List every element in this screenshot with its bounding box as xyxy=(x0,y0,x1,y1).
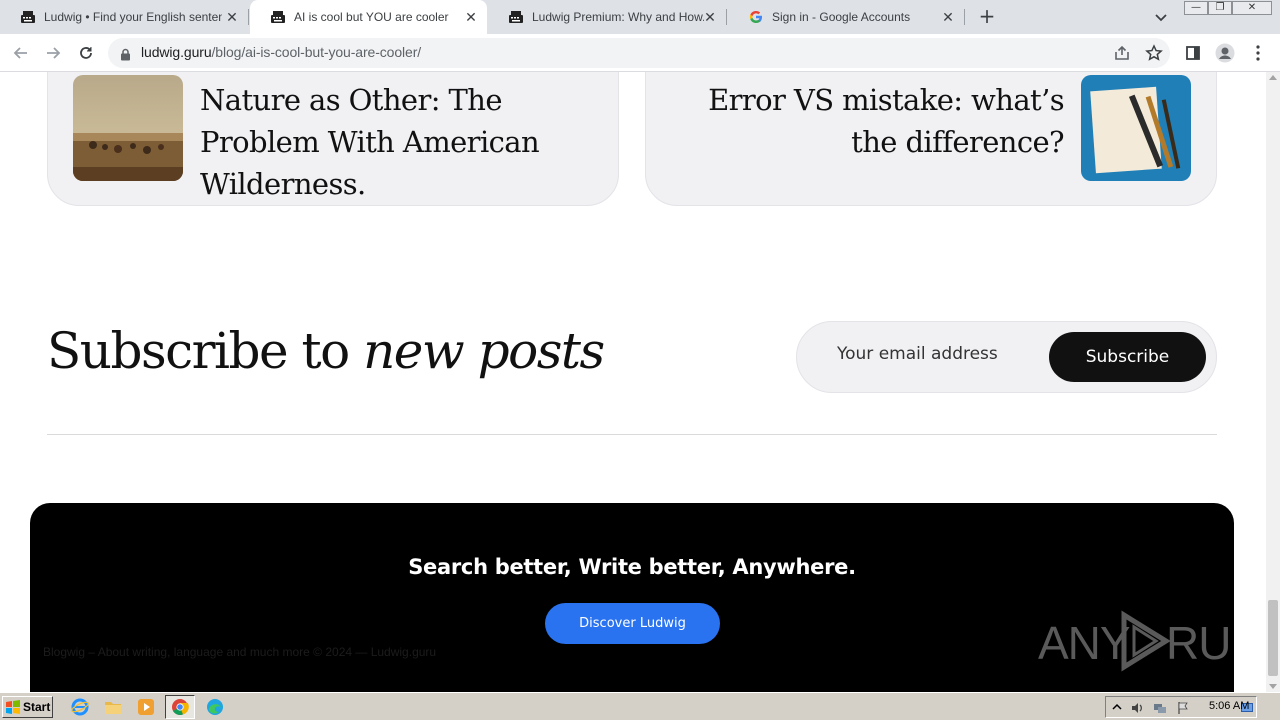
post-title[interactable]: Error VS mistake: what’s the difference? xyxy=(664,79,1065,163)
file-explorer-icon[interactable] xyxy=(103,697,123,717)
address-bar[interactable]: ludwig.guru/blog/ai-is-cool-but-you-are-… xyxy=(108,38,1170,68)
arrow-right-icon xyxy=(47,47,61,59)
post-title[interactable]: Nature as Other: The Problem With Americ… xyxy=(200,79,600,205)
tab-search-icon[interactable] xyxy=(1152,8,1170,26)
taskbar-clock: 5:06 AM xyxy=(1209,700,1250,712)
tab-bar: Ludwig • Find your English sentence ✕ AI… xyxy=(0,0,1280,34)
tab-divider xyxy=(248,9,249,25)
network-icon[interactable] xyxy=(1153,700,1167,714)
tab-title: AI is cool but YOU are cooler xyxy=(294,10,449,24)
post-thumbnail[interactable] xyxy=(73,75,183,181)
tab-ludwig-premium[interactable]: Ludwig Premium: Why and How. An ✕ xyxy=(488,0,726,34)
close-icon[interactable]: ✕ xyxy=(224,9,240,25)
related-post-card[interactable]: Nature as Other: The Problem With Americ… xyxy=(47,72,619,206)
typewriter-icon xyxy=(270,9,286,25)
tab-ai-is-cool[interactable]: AI is cool but YOU are cooler ✕ xyxy=(250,0,487,34)
url-text[interactable]: ludwig.guru/blog/ai-is-cool-but-you-are-… xyxy=(141,44,421,60)
footer: Search better, Write better, Anywhere. D… xyxy=(30,503,1234,692)
new-tab-button[interactable]: + xyxy=(977,6,997,27)
restore-button[interactable]: ❐ xyxy=(1208,1,1232,15)
page-viewport: Nature as Other: The Problem With Americ… xyxy=(0,72,1266,692)
anyrun-watermark: ANY RUN xyxy=(1038,605,1234,675)
start-label: Start xyxy=(23,700,51,714)
profile-avatar-icon[interactable] xyxy=(1214,42,1236,64)
lock-icon[interactable] xyxy=(120,46,131,65)
url-domain: ludwig.guru xyxy=(141,44,212,60)
tab-title: Sign in - Google Accounts xyxy=(772,10,911,24)
email-field[interactable] xyxy=(837,344,1037,364)
edge-icon[interactable] xyxy=(205,697,225,717)
browser-toolbar: ludwig.guru/blog/ai-is-cool-but-you-are-… xyxy=(0,34,1280,72)
related-post-card[interactable]: Error VS mistake: what’s the difference? xyxy=(645,72,1217,206)
watermark-run: RUN xyxy=(1166,617,1234,669)
footer-tagline: Search better, Write better, Anywhere. xyxy=(408,555,856,579)
side-panel-icon[interactable] xyxy=(1182,42,1204,64)
divider xyxy=(47,434,1217,435)
tab-divider xyxy=(964,9,965,25)
internet-explorer-icon[interactable] xyxy=(70,697,90,717)
reload-icon xyxy=(80,47,92,59)
post-thumbnail[interactable] xyxy=(1081,75,1191,181)
close-icon[interactable]: ✕ xyxy=(940,9,956,25)
google-icon xyxy=(748,9,764,25)
scroll-down-icon[interactable] xyxy=(1269,684,1277,689)
share-icon[interactable] xyxy=(1113,44,1131,62)
footer-copyright: Blogwig – About writing, language and mu… xyxy=(43,645,437,659)
url-path: /blog/ai-is-cool-but-you-are-cooler/ xyxy=(211,44,422,60)
tab-title: Ludwig • Find your English sentence xyxy=(44,10,222,24)
typewriter-icon xyxy=(508,9,524,25)
watermark-any: ANY xyxy=(1038,617,1130,669)
forward-button[interactable] xyxy=(42,42,64,64)
windows-logo-icon xyxy=(6,700,20,714)
tab-divider xyxy=(726,9,727,25)
close-icon[interactable]: ✕ xyxy=(702,9,718,25)
scrollbar-thumb[interactable] xyxy=(1268,600,1278,676)
subscribe-heading: Subscribe to new posts xyxy=(47,322,605,380)
typewriter-icon xyxy=(20,9,36,25)
arrow-left-icon xyxy=(13,47,27,59)
scrollbar[interactable] xyxy=(1266,72,1280,692)
scroll-up-icon[interactable] xyxy=(1269,75,1277,80)
chrome-taskbar-icon[interactable] xyxy=(165,695,195,719)
close-icon[interactable]: ✕ xyxy=(463,9,479,25)
tab-title: Ludwig Premium: Why and How. An xyxy=(532,10,704,24)
start-button[interactable]: Start xyxy=(2,696,53,718)
subscribe-form: Subscribe xyxy=(796,321,1217,393)
play-icon xyxy=(1121,610,1171,672)
bookmark-star-icon[interactable] xyxy=(1145,44,1163,62)
reload-button[interactable] xyxy=(75,42,97,64)
tray-expand-icon[interactable] xyxy=(1110,700,1124,714)
discover-ludwig-button[interactable]: Discover Ludwig xyxy=(545,603,720,644)
subscribe-button[interactable]: Subscribe xyxy=(1049,332,1206,382)
tab-ludwig-home[interactable]: Ludwig • Find your English sentence ✕ xyxy=(0,0,248,34)
action-center-flag-icon[interactable] xyxy=(1176,700,1190,714)
volume-icon[interactable] xyxy=(1130,700,1144,714)
window-close-button[interactable]: ✕ xyxy=(1232,1,1272,15)
tab-google-sign-in[interactable]: Sign in - Google Accounts ✕ xyxy=(728,0,964,34)
media-player-icon[interactable] xyxy=(136,697,156,717)
back-button[interactable] xyxy=(10,42,32,64)
subscribe-heading-prefix: Subscribe to xyxy=(47,322,364,380)
minimize-button[interactable]: — xyxy=(1184,1,1208,15)
taskbar: Start 5:06 AM xyxy=(0,692,1280,720)
subscribe-heading-emphasis: new posts xyxy=(363,322,605,380)
more-menu-icon[interactable] xyxy=(1247,42,1269,64)
